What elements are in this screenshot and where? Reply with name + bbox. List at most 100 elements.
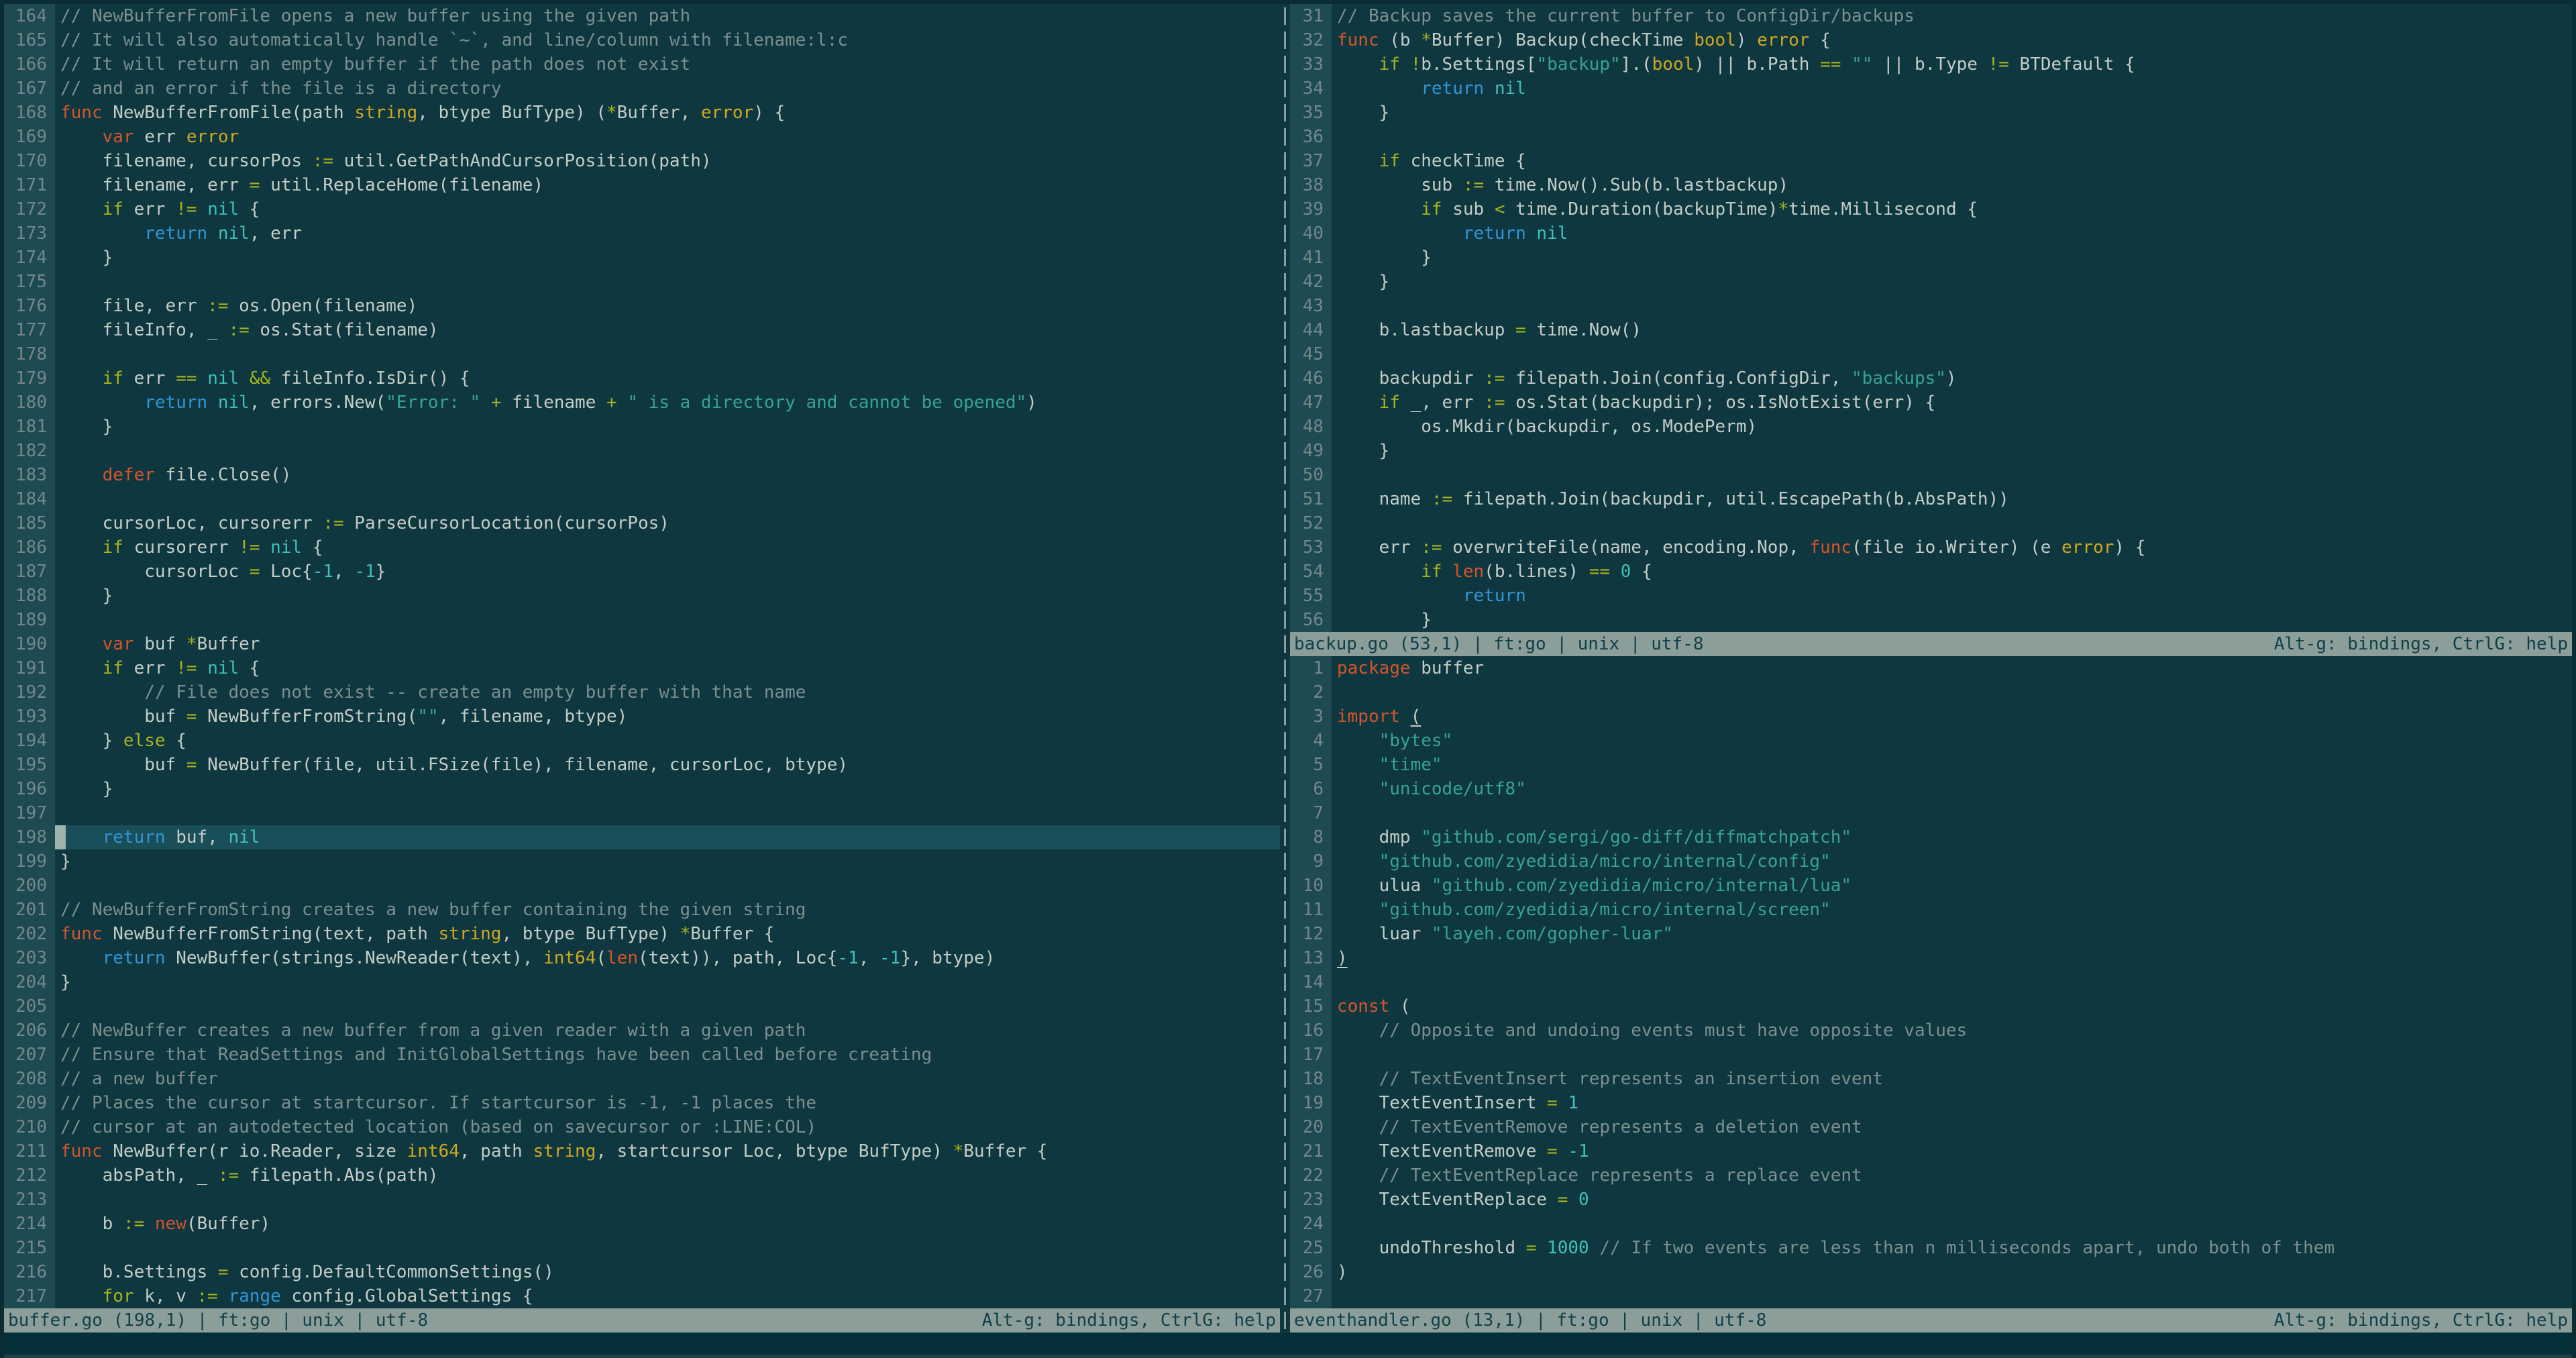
code-line[interactable]: 197 bbox=[4, 801, 1280, 825]
code-line[interactable]: 4 "bytes" bbox=[1290, 729, 2572, 753]
code-line[interactable]: 25 undoThreshold = 1000 // If two events… bbox=[1290, 1236, 2572, 1260]
code-line[interactable]: 33 if !b.Settings["backup"].(bool) || b.… bbox=[1290, 52, 2572, 76]
code-area-buffer-go[interactable]: 164// NewBufferFromFile opens a new buff… bbox=[4, 4, 1280, 1308]
code-line[interactable]: 174 } bbox=[4, 246, 1280, 270]
code-line[interactable]: 12 luar "layeh.com/gopher-luar" bbox=[1290, 922, 2572, 946]
code-line[interactable]: 193 buf = NewBufferFromString("", filena… bbox=[4, 704, 1280, 729]
code-line[interactable]: 31// Backup saves the current buffer to … bbox=[1290, 4, 2572, 28]
code-line[interactable]: 26) bbox=[1290, 1260, 2572, 1284]
code-line[interactable]: 180 return nil, errors.New("Error: " + f… bbox=[4, 390, 1280, 415]
code-line[interactable]: 55 return bbox=[1290, 584, 2572, 608]
code-line[interactable]: 167// and an error if the file is a dire… bbox=[4, 76, 1280, 101]
code-line[interactable]: 54 if len(b.lines) == 0 { bbox=[1290, 560, 2572, 584]
code-line[interactable]: 53 err := overwriteFile(name, encoding.N… bbox=[1290, 535, 2572, 560]
code-line[interactable]: 49 } bbox=[1290, 439, 2572, 463]
code-line[interactable]: 192 // File does not exist -- create an … bbox=[4, 680, 1280, 704]
code-line[interactable]: 14 bbox=[1290, 970, 2572, 994]
code-line[interactable]: 51 name := filepath.Join(backupdir, util… bbox=[1290, 487, 2572, 511]
code-line[interactable]: 212 absPath, _ := filepath.Abs(path) bbox=[4, 1163, 1280, 1188]
code-line[interactable]: 5 "time" bbox=[1290, 753, 2572, 777]
code-line[interactable]: 181 } bbox=[4, 415, 1280, 439]
code-line[interactable]: 41 } bbox=[1290, 246, 2572, 270]
code-line[interactable]: 189 bbox=[4, 608, 1280, 632]
code-line[interactable]: 18 // TextEventInsert represents an inse… bbox=[1290, 1067, 2572, 1091]
code-line[interactable]: 48 os.Mkdir(backupdir, os.ModePerm) bbox=[1290, 415, 2572, 439]
code-line[interactable]: 8 dmp "github.com/sergi/go-diff/diffmatc… bbox=[1290, 825, 2572, 849]
code-line[interactable]: 214 b := new(Buffer) bbox=[4, 1212, 1280, 1236]
code-line[interactable]: 184 bbox=[4, 487, 1280, 511]
code-line[interactable]: 165// It will also automatically handle … bbox=[4, 28, 1280, 52]
code-line[interactable]: 205 bbox=[4, 994, 1280, 1018]
code-line[interactable]: 32 func (b *Buffer) Backup(checkTime bool… bbox=[1290, 28, 2572, 52]
code-line[interactable]: 20 // TextEventRemove represents a delet… bbox=[1290, 1115, 2572, 1139]
code-line[interactable]: 34 return nil bbox=[1290, 76, 2572, 101]
code-line[interactable]: 169 var err error bbox=[4, 125, 1280, 149]
code-line[interactable]: 164// NewBufferFromFile opens a new buff… bbox=[4, 4, 1280, 28]
code-line[interactable]: 204} bbox=[4, 970, 1280, 994]
code-line[interactable]: 201// NewBufferFromString creates a new … bbox=[4, 898, 1280, 922]
code-line[interactable]: 187 cursorLoc = Loc{-1, -1} bbox=[4, 560, 1280, 584]
code-line[interactable]: 17 bbox=[1290, 1043, 2572, 1067]
code-line[interactable]: 210// cursor at an autodetected location… bbox=[4, 1115, 1280, 1139]
code-line[interactable]: 208// a new buffer bbox=[4, 1067, 1280, 1091]
code-line[interactable]: 46 backupdir := filepath.Join(config.Con… bbox=[1290, 366, 2572, 390]
code-line[interactable]: 39 if sub < time.Duration(backupTime)*ti… bbox=[1290, 197, 2572, 221]
code-line[interactable]: 42 } bbox=[1290, 270, 2572, 294]
code-line[interactable]: 13) bbox=[1290, 946, 2572, 970]
code-area-backup-go[interactable]: 31// Backup saves the current buffer to … bbox=[1290, 4, 2572, 632]
code-line[interactable]: 47 if _, err := os.Stat(backupdir); os.I… bbox=[1290, 390, 2572, 415]
code-line[interactable]: 27 bbox=[1290, 1284, 2572, 1308]
code-line[interactable]: 196 } bbox=[4, 777, 1280, 801]
code-line[interactable]: 6 "unicode/utf8" bbox=[1290, 777, 2572, 801]
code-line[interactable]: 217 for k, v := range config.GlobalSetti… bbox=[4, 1284, 1280, 1308]
code-line[interactable]: 170 filename, cursorPos := util.GetPathA… bbox=[4, 149, 1280, 173]
code-line[interactable]: 195 buf = NewBuffer(file, util.FSize(fil… bbox=[4, 753, 1280, 777]
code-line[interactable]: 43 bbox=[1290, 294, 2572, 318]
code-line[interactable]: 203 return NewBuffer(strings.NewReader(t… bbox=[4, 946, 1280, 970]
code-line[interactable]: 21 TextEventRemove = -1 bbox=[1290, 1139, 2572, 1163]
code-line[interactable]: 215 bbox=[4, 1236, 1280, 1260]
code-line[interactable]: 10 ulua "github.com/zyedidia/micro/inter… bbox=[1290, 874, 2572, 898]
code-line[interactable]: 178 bbox=[4, 342, 1280, 366]
code-line[interactable]: 36 bbox=[1290, 125, 2572, 149]
code-line[interactable]: 23 TextEventReplace = 0 bbox=[1290, 1188, 2572, 1212]
pane-divider[interactable] bbox=[1280, 4, 1290, 1333]
code-line[interactable]: 186 if cursorerr != nil { bbox=[4, 535, 1280, 560]
code-line[interactable]: 171 filename, err = util.ReplaceHome(fil… bbox=[4, 173, 1280, 197]
code-line[interactable]: 176 file, err := os.Open(filename) bbox=[4, 294, 1280, 318]
code-line[interactable]: 44 b.lastbackup = time.Now() bbox=[1290, 318, 2572, 342]
command-line[interactable] bbox=[4, 1333, 2572, 1355]
code-line[interactable]: 1 package buffer bbox=[1290, 656, 2572, 680]
code-line[interactable]: 191 if err != nil { bbox=[4, 656, 1280, 680]
code-line[interactable]: 3 import ( bbox=[1290, 704, 2572, 729]
code-line[interactable]: 50 bbox=[1290, 463, 2572, 487]
code-line[interactable]: 175 bbox=[4, 270, 1280, 294]
code-line[interactable]: 7 bbox=[1290, 801, 2572, 825]
code-line[interactable]: 15 const ( bbox=[1290, 994, 2572, 1018]
code-line[interactable]: 199} bbox=[4, 849, 1280, 874]
code-line[interactable]: 56 } bbox=[1290, 608, 2572, 632]
code-line[interactable]: 37 if checkTime { bbox=[1290, 149, 2572, 173]
code-line[interactable]: 207// Ensure that ReadSettings and InitG… bbox=[4, 1043, 1280, 1067]
code-line[interactable]: 194 } else { bbox=[4, 729, 1280, 753]
code-line[interactable]: 2 bbox=[1290, 680, 2572, 704]
code-line[interactable]: 38 sub := time.Now().Sub(b.lastbackup) bbox=[1290, 173, 2572, 197]
code-line[interactable]: 40 return nil bbox=[1290, 221, 2572, 246]
code-line[interactable]: 202 func NewBufferFromString(text, path s… bbox=[4, 922, 1280, 946]
code-line[interactable]: 185 cursorLoc, cursorerr := ParseCursorL… bbox=[4, 511, 1280, 535]
code-line[interactable]: 166// It will return an empty buffer if … bbox=[4, 52, 1280, 76]
code-line[interactable]: 24 bbox=[1290, 1212, 2572, 1236]
code-line[interactable]: 209// Places the cursor at startcursor. … bbox=[4, 1091, 1280, 1115]
code-line[interactable]: 188 } bbox=[4, 584, 1280, 608]
code-line[interactable]: 22 // TextEventReplace represents a repl… bbox=[1290, 1163, 2572, 1188]
code-line[interactable]: 173 return nil, err bbox=[4, 221, 1280, 246]
code-area-eventhandler-go[interactable]: 1 package buffer 2 3 import (4 "bytes" 5 "tim… bbox=[1290, 656, 2572, 1308]
code-line[interactable]: 11 "github.com/zyedidia/micro/internal/s… bbox=[1290, 898, 2572, 922]
code-line[interactable]: 179 if err == nil && fileInfo.IsDir() { bbox=[4, 366, 1280, 390]
code-line[interactable]: 168 func NewBufferFromFile(path string, b… bbox=[4, 101, 1280, 125]
code-line[interactable]: 190 var buf *Buffer bbox=[4, 632, 1280, 656]
code-line[interactable]: 35 } bbox=[1290, 101, 2572, 125]
code-line[interactable]: 206// NewBuffer creates a new buffer fro… bbox=[4, 1018, 1280, 1043]
code-line[interactable]: 183 defer file.Close() bbox=[4, 463, 1280, 487]
code-line[interactable]: 19 TextEventInsert = 1 bbox=[1290, 1091, 2572, 1115]
